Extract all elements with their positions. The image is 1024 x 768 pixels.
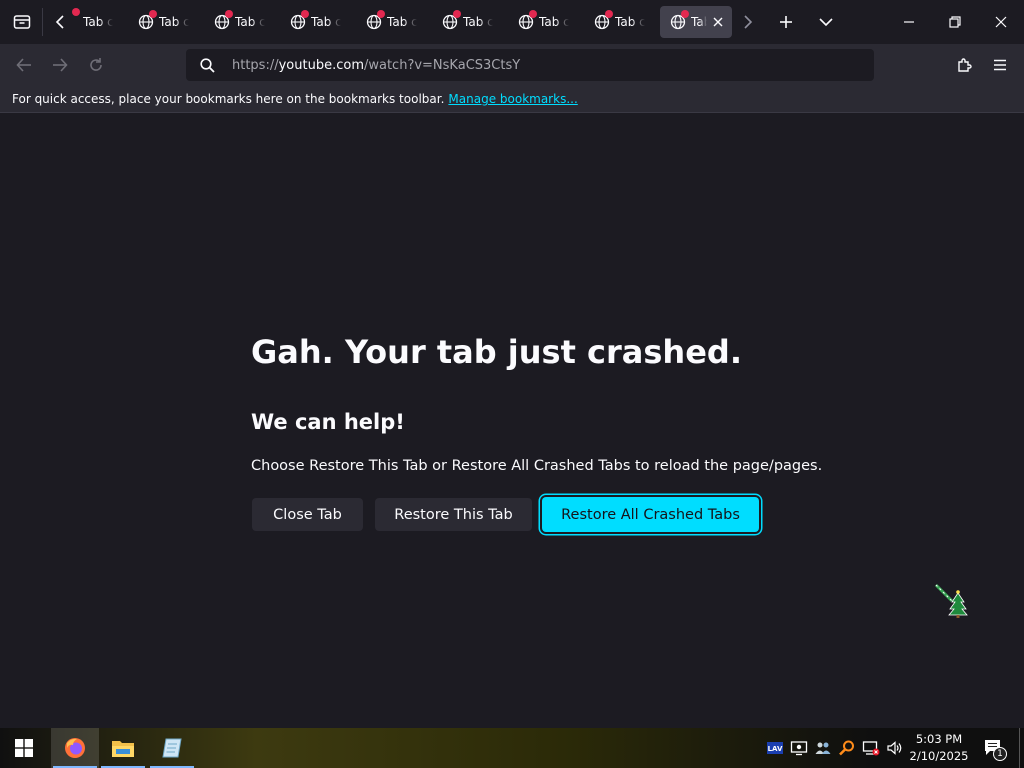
search-icon	[200, 58, 215, 73]
start-button[interactable]	[0, 728, 48, 768]
action-center-button[interactable]: 1	[976, 728, 1012, 768]
extensions-button[interactable]	[950, 51, 978, 79]
manage-bookmarks-link[interactable]: Manage bookmarks...	[448, 92, 577, 106]
globe-icon	[670, 10, 689, 30]
tab-title: Tab crashed	[311, 15, 341, 29]
forward-arrow-icon	[53, 58, 68, 72]
navigation-toolbar: https://youtube.com/watch?v=NsKaCS3CtsY	[0, 44, 1024, 86]
globe-icon	[214, 10, 233, 30]
firefox-icon	[65, 738, 85, 758]
globe-icon	[594, 10, 613, 30]
restore-window-icon	[949, 16, 961, 28]
back-arrow-icon	[16, 58, 31, 72]
url-path: /watch?v=NsKaCS3CtsY	[363, 57, 521, 73]
taskbar-clock[interactable]: 5:03 PM 2/10/2025	[906, 731, 972, 765]
chevron-down-icon	[819, 18, 833, 27]
notification-count-badge: 1	[993, 747, 1007, 761]
list-all-tabs-button[interactable]	[804, 0, 848, 44]
globe-icon	[518, 10, 537, 30]
active-tab[interactable]: Tab crashed	[660, 6, 732, 38]
clock-time: 5:03 PM	[915, 732, 963, 746]
tab[interactable]: Tab crashed	[138, 6, 189, 38]
page-description: Choose Restore This Tab or Restore All C…	[251, 458, 823, 474]
firefox-view-button[interactable]	[0, 0, 44, 44]
globe-icon	[138, 10, 157, 30]
page-subtitle: We can help!	[251, 410, 405, 434]
clock-date: 2/10/2025	[909, 749, 969, 763]
page-title: Gah. Your tab just crashed.	[251, 333, 742, 371]
hamburger-menu-icon	[994, 59, 1006, 71]
tab-crashed-page: Gah. Your tab just crashed. We can help!…	[0, 113, 1024, 728]
restore-window-button[interactable]	[932, 0, 978, 44]
url-text: https://youtube.com/watch?v=NsKaCS3CtsY	[232, 58, 520, 73]
tab-title: Tab crashed	[83, 15, 113, 29]
search-tool-icon[interactable]	[838, 739, 856, 757]
firefox-view-icon	[13, 15, 31, 29]
svg-text:LAV: LAV	[768, 745, 783, 753]
tab-title: Tab crashed	[235, 15, 265, 29]
forward-button[interactable]	[46, 51, 74, 79]
close-tab-icon[interactable]	[713, 17, 723, 27]
display-icon[interactable]	[790, 739, 808, 757]
tab[interactable]: Tab crashed	[72, 6, 113, 38]
close-tab-button[interactable]: Close Tab	[252, 498, 363, 531]
bookmarks-toolbar: For quick access, place your bookmarks h…	[0, 86, 1024, 113]
folder-icon	[112, 741, 134, 757]
tab-title: Tab crashed	[387, 15, 417, 29]
volume-icon[interactable]	[886, 739, 904, 757]
app-menu-button[interactable]	[986, 51, 1014, 79]
tab-title: Tab crashed	[159, 15, 189, 29]
notepad-icon	[162, 738, 182, 758]
globe-icon	[442, 10, 461, 30]
new-tab-button[interactable]	[764, 0, 808, 44]
tab-title: Tab crashed	[691, 15, 707, 29]
tab-title: Tab crashed	[463, 15, 493, 29]
url-host: youtube.com	[278, 57, 364, 73]
tab[interactable]: Tab crashed	[214, 6, 265, 38]
tab-title: Tab crashed	[615, 15, 645, 29]
restore-all-crashed-tabs-button[interactable]: Restore All Crashed Tabs	[542, 497, 759, 532]
close-icon	[995, 16, 1007, 28]
back-button[interactable]	[10, 51, 38, 79]
minimize-icon	[904, 21, 914, 23]
close-window-button[interactable]	[978, 0, 1024, 44]
globe-icon	[366, 10, 385, 30]
network-icon[interactable]	[862, 739, 880, 757]
plus-icon	[780, 16, 792, 28]
chevron-right-icon	[744, 15, 753, 29]
lav-icon[interactable]: LAV	[766, 739, 784, 757]
windows-logo-icon	[15, 739, 33, 757]
address-bar[interactable]: https://youtube.com/watch?v=NsKaCS3CtsY	[186, 49, 874, 81]
taskbar: LAV 5:03 PM 2/10/2025 1	[0, 728, 1024, 768]
restore-this-tab-button[interactable]: Restore This Tab	[375, 498, 532, 531]
bookmarks-empty-message: For quick access, place your bookmarks h…	[12, 92, 445, 106]
tab[interactable]: Tab crashed	[594, 6, 645, 38]
taskbar-file-explorer[interactable]	[99, 728, 147, 768]
scroll-tabs-right-button[interactable]	[732, 0, 764, 44]
url-scheme: https://	[232, 57, 279, 73]
reload-icon	[90, 58, 102, 71]
tab-strip-divider	[42, 8, 43, 36]
taskbar-firefox[interactable]	[51, 728, 99, 768]
chevron-left-icon	[55, 15, 64, 29]
scroll-tabs-left-button[interactable]	[44, 0, 76, 44]
tab-strip: Tab crashed Tab crashed Tab crashed Tab …	[0, 0, 1024, 44]
show-desktop-button[interactable]	[1019, 728, 1024, 768]
reload-button[interactable]	[82, 51, 110, 79]
tab[interactable]: Tab crashed	[518, 6, 569, 38]
tab[interactable]: Tab crashed	[290, 6, 341, 38]
crashed-tab-favicon	[72, 8, 80, 30]
network-people-icon[interactable]	[814, 739, 832, 757]
tab-title: Tab crashed	[539, 15, 569, 29]
christmas-tree-cursor-icon	[934, 583, 968, 618]
globe-icon	[290, 10, 309, 30]
puzzle-piece-icon	[958, 58, 972, 72]
tab[interactable]: Tab crashed	[442, 6, 493, 38]
tab[interactable]: Tab crashed	[366, 6, 417, 38]
minimize-button[interactable]	[886, 0, 932, 44]
taskbar-notepad[interactable]	[148, 728, 196, 768]
